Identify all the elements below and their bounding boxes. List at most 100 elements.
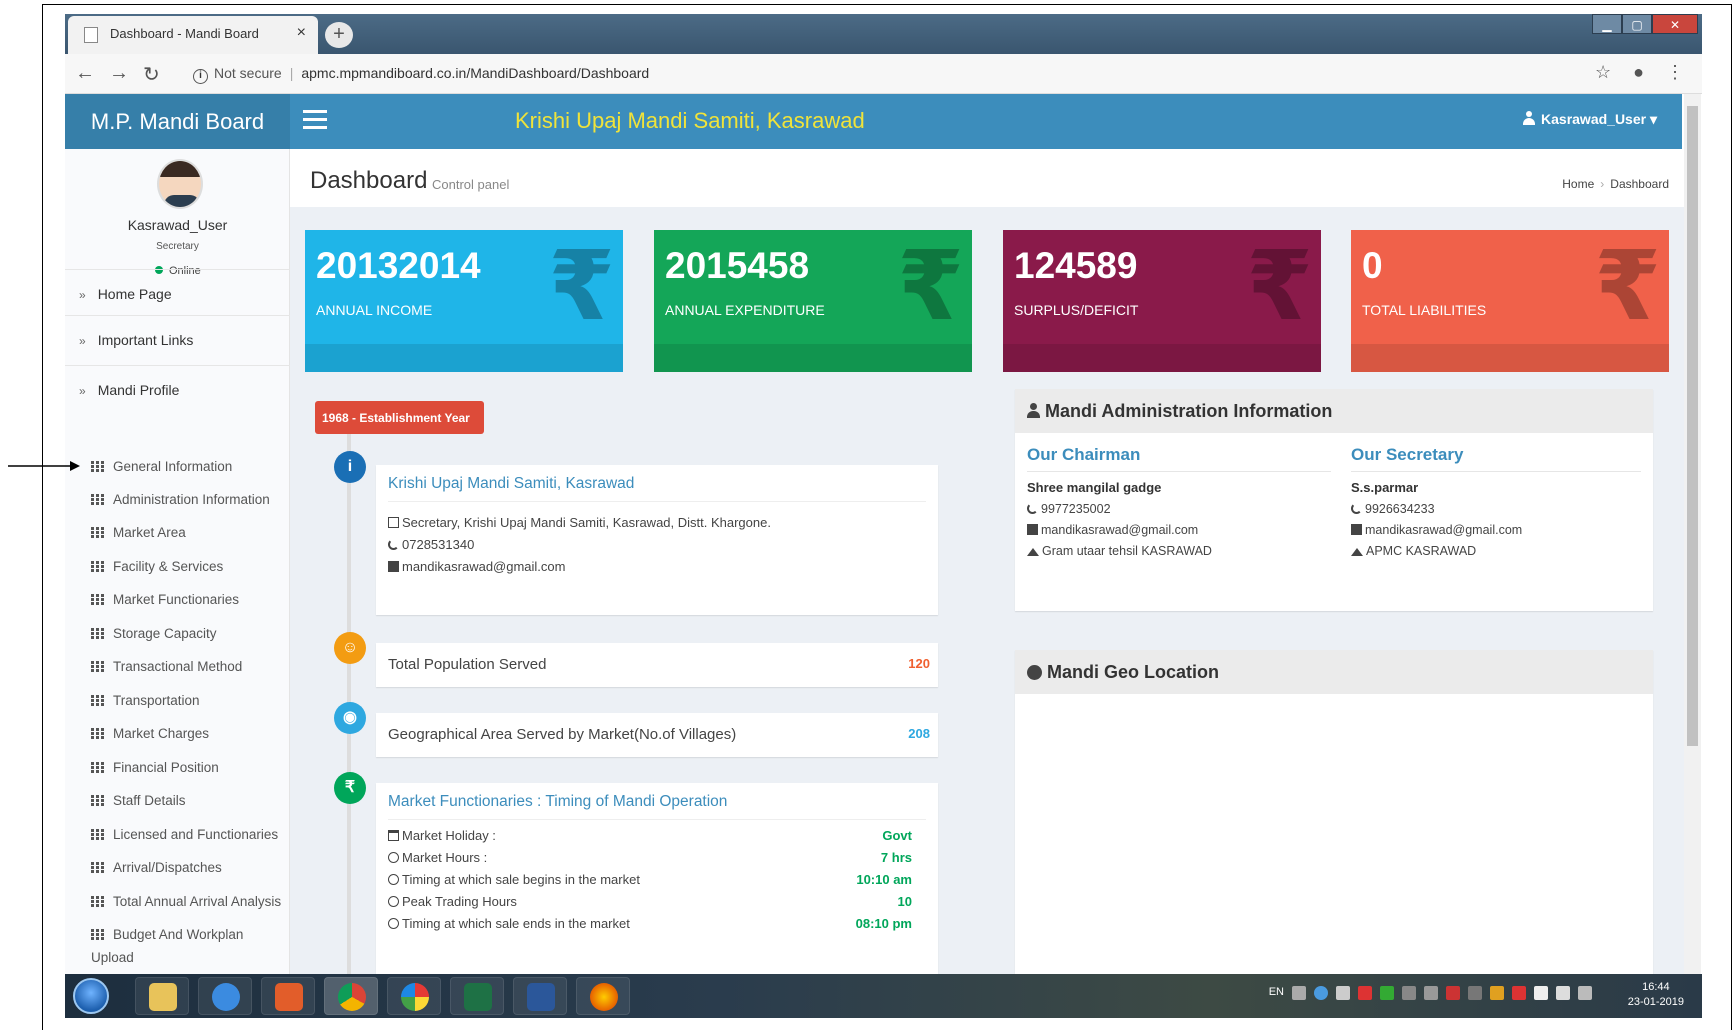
browser-menu-icon[interactable]: ⋮: [1666, 62, 1684, 83]
tray-app-icon[interactable]: [1336, 986, 1350, 1000]
sidebar-subitem-administration-information[interactable]: Administration Information: [91, 492, 270, 507]
home-icon: [1027, 548, 1039, 556]
taskbar-firefox[interactable]: [576, 977, 630, 1015]
tray-app-icon[interactable]: [1512, 986, 1526, 1000]
start-button[interactable]: [73, 978, 109, 1014]
stat-footer[interactable]: [654, 344, 972, 372]
chairman-email[interactable]: mandikasrawad@gmail.com: [1027, 523, 1331, 537]
chrome-icon: [338, 983, 366, 1011]
sidebar-subitem-general-information[interactable]: General Information: [91, 459, 232, 474]
profile-icon[interactable]: ●: [1633, 62, 1644, 83]
sidebar-item-important-links[interactable]: » Important Links: [65, 315, 290, 365]
breadcrumb-current: Dashboard: [1610, 177, 1669, 191]
chairman-address: Gram utaar tehsil KASRAWAD: [1027, 544, 1331, 558]
stat-box-total-liabilities[interactable]: 0 TOTAL LIABILITIES ₹: [1351, 230, 1669, 372]
forward-arrow-icon[interactable]: →: [109, 62, 129, 85]
minimize-icon[interactable]: ▁: [1592, 14, 1622, 34]
stat-footer[interactable]: [1003, 344, 1321, 372]
stat-value: 2015458: [665, 245, 810, 286]
taskbar-chrome[interactable]: [324, 977, 378, 1015]
user-menu-button[interactable]: Kasrawad_User ▾: [1523, 111, 1657, 128]
location-icon: ◉: [334, 702, 366, 734]
stat-box-surplus-deficit[interactable]: 124589 SURPLUS/DEFICIT ₹: [1003, 230, 1321, 372]
network-icon[interactable]: [1578, 986, 1592, 1000]
pdf-icon[interactable]: [1446, 986, 1460, 1000]
taskbar-ie[interactable]: [198, 977, 252, 1015]
functionaries-card: Market Functionaries : Timing of Mandi O…: [376, 783, 938, 974]
taskbar-picasa[interactable]: [387, 977, 441, 1015]
flag-icon[interactable]: [1534, 986, 1548, 1000]
sidebar-item-home-page[interactable]: » Home Page: [65, 269, 290, 319]
stat-box-annual-income[interactable]: 20132014 ANNUAL INCOME ₹: [305, 230, 623, 372]
phone-icon: [1351, 503, 1362, 514]
sidebar-subitem-storage-capacity[interactable]: Storage Capacity: [91, 626, 217, 641]
info-icon[interactable]: i: [193, 69, 208, 84]
reload-icon[interactable]: ↻: [143, 62, 160, 87]
clock[interactable]: 16:44 23-01-2019: [1628, 980, 1684, 1010]
sidebar-subitem-market-functionaries[interactable]: Market Functionaries: [91, 592, 239, 607]
user-menu-label: Kasrawad_User: [1541, 111, 1647, 127]
tray-app-icon[interactable]: [1402, 986, 1416, 1000]
stat-footer[interactable]: [305, 344, 623, 372]
tray-app-icon[interactable]: [1490, 986, 1504, 1000]
breadcrumb-home-link[interactable]: Home: [1562, 177, 1594, 191]
grid-icon: [91, 661, 104, 672]
sidebar-subitem-arrival-dispatches[interactable]: Arrival/Dispatches: [91, 860, 222, 875]
sidebar-subitem-facility-services[interactable]: Facility & Services: [91, 559, 223, 574]
secretary-email[interactable]: mandikasrawad@gmail.com: [1351, 523, 1641, 537]
sidebar-subitem-licensed-functionaries[interactable]: Licensed and Functionaries: [91, 827, 278, 842]
functionaries-title[interactable]: Market Functionaries : Timing of Mandi O…: [388, 793, 926, 811]
geo-location-box: Mandi Geo Location: [1015, 650, 1653, 974]
grid-icon: [91, 728, 104, 739]
mandi-email[interactable]: mandikasrawad@gmail.com: [388, 559, 926, 574]
mandi-phone: 0728531340: [388, 537, 926, 552]
sidebar-subitem-upload[interactable]: Upload: [91, 950, 134, 965]
sidebar-item-mandi-profile[interactable]: » Mandi Profile: [65, 365, 290, 415]
chevron-right-icon: »: [79, 288, 86, 302]
stat-box-annual-expenditure[interactable]: 2015458 ANNUAL EXPENDITURE ₹: [654, 230, 972, 372]
sidebar-subitem-market-area[interactable]: Market Area: [91, 525, 186, 540]
header-title: Krishi Upaj Mandi Samiti, Kasrawad: [515, 108, 865, 133]
maximize-icon[interactable]: ▢: [1622, 14, 1652, 34]
tab-close-icon[interactable]: ×: [297, 24, 306, 42]
taskbar-app-red[interactable]: [261, 977, 315, 1015]
hours-row: Timing at which sale ends in the market 0…: [388, 916, 926, 938]
antivirus-icon[interactable]: [1358, 986, 1372, 1000]
taskbar-explorer[interactable]: [135, 977, 189, 1015]
grid-icon: [91, 862, 104, 873]
stat-value: 20132014: [316, 245, 481, 286]
sidebar-toggle-icon[interactable]: [303, 110, 327, 130]
tray-app-icon[interactable]: [1468, 986, 1482, 1000]
stat-footer[interactable]: [1351, 344, 1669, 372]
sidebar-subitem-financial-position[interactable]: Financial Position: [91, 760, 219, 775]
geo-map-area[interactable]: [1015, 694, 1653, 974]
back-arrow-icon[interactable]: ←: [75, 62, 95, 85]
new-tab-button[interactable]: +: [325, 22, 353, 48]
language-indicator[interactable]: EN: [1269, 986, 1284, 1000]
volume-icon[interactable]: [1556, 986, 1570, 1000]
help-icon[interactable]: [1314, 986, 1328, 1000]
mandi-name[interactable]: Krishi Upaj Mandi Samiti, Kasrawad: [388, 475, 926, 493]
url-field[interactable]: i Not secure | apmc.mpmandiboard.co.in/Mand…: [183, 58, 1623, 88]
scrollbar-thumb[interactable]: [1687, 106, 1698, 746]
window-close-icon[interactable]: ✕: [1652, 14, 1698, 34]
mandi-info-card: Krishi Upaj Mandi Samiti, Kasrawad Secre…: [376, 465, 938, 615]
sidebar-subitem-transactional-method[interactable]: Transactional Method: [91, 659, 242, 674]
keyboard-icon[interactable]: [1292, 986, 1306, 1000]
brand-logo[interactable]: M.P. Mandi Board: [65, 94, 290, 149]
sidebar-subitem-budget-workplan[interactable]: Budget And Workplan: [91, 927, 243, 942]
tray-app-icon[interactable]: [1380, 986, 1394, 1000]
photo-app-icon: [401, 983, 429, 1011]
page-scrollbar[interactable]: [1684, 94, 1701, 974]
sidebar-subitem-annual-arrival-analysis[interactable]: Total Annual Arrival Analysis: [91, 894, 281, 909]
sidebar-subitem-transportation[interactable]: Transportation: [91, 693, 200, 708]
browser-tab[interactable]: Dashboard - Mandi Board ×: [68, 16, 318, 54]
sidebar-subitem-staff-details[interactable]: Staff Details: [91, 793, 186, 808]
rupee-icon: ₹: [548, 230, 615, 342]
sidebar-subitem-market-charges[interactable]: Market Charges: [91, 726, 209, 741]
taskbar-excel[interactable]: [450, 977, 504, 1015]
grid-icon: [91, 628, 104, 639]
bookmark-star-icon[interactable]: ☆: [1595, 62, 1611, 83]
taskbar-word[interactable]: [513, 977, 567, 1015]
tray-app-icon[interactable]: [1424, 986, 1438, 1000]
